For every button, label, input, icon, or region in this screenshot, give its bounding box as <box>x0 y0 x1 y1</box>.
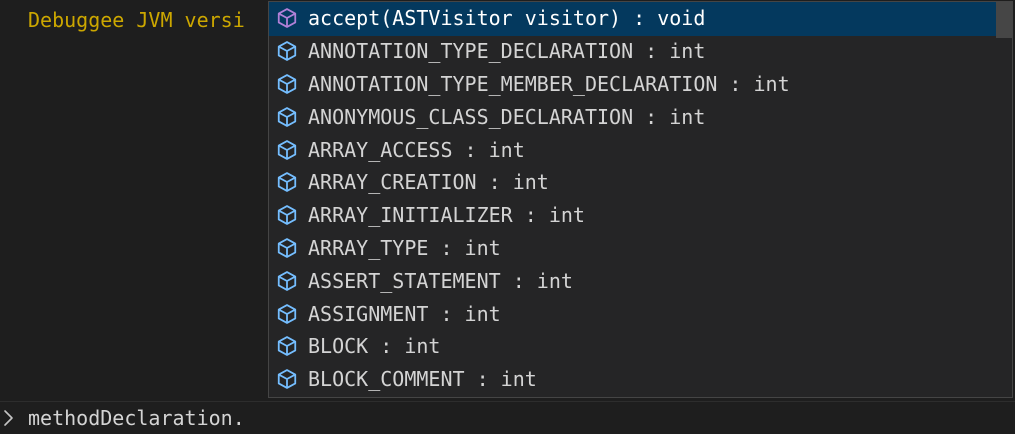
suggest-item[interactable]: BLOCK_COMMENT : int <box>269 363 995 396</box>
field-cube-icon <box>274 71 300 97</box>
suggest-item-label: accept(ASTVisitor visitor) : void <box>308 6 706 31</box>
field-cube-icon <box>274 235 300 261</box>
field-cube-icon <box>274 38 300 64</box>
field-cube-icon <box>274 202 300 228</box>
field-cube-icon <box>274 137 300 163</box>
method-cube-icon <box>274 5 300 31</box>
suggest-item-label: ARRAY_CREATION : int <box>308 170 549 195</box>
suggest-item[interactable]: ANNOTATION_TYPE_MEMBER_DECLARATION : int <box>269 68 995 101</box>
suggest-scroll-thumb[interactable] <box>996 2 1012 38</box>
field-cube-icon <box>274 301 300 327</box>
field-cube-icon <box>274 104 300 130</box>
suggest-item[interactable]: BLOCK : int <box>269 330 995 363</box>
suggest-item[interactable]: ASSERT_STATEMENT : int <box>269 264 995 297</box>
suggest-item[interactable]: accept(ASTVisitor visitor) : void <box>269 2 996 36</box>
repl-input-field[interactable]: methodDeclaration. <box>28 404 245 432</box>
suggest-item-label: ANNOTATION_TYPE_MEMBER_DECLARATION : int <box>308 71 790 96</box>
suggest-list: accept(ASTVisitor visitor) : void ANNOTA… <box>269 2 996 396</box>
suggest-item-label: ASSIGNMENT : int <box>308 301 501 326</box>
suggest-item[interactable]: ARRAY_CREATION : int <box>269 166 995 199</box>
suggest-item[interactable]: ANONYMOUS_CLASS_DECLARATION : int <box>269 100 995 133</box>
suggest-item-label: ANONYMOUS_CLASS_DECLARATION : int <box>308 104 706 129</box>
suggest-item-label: ARRAY_ACCESS : int <box>308 137 525 162</box>
console-output-line: Debuggee JVM versi <box>28 8 245 32</box>
field-cube-icon <box>274 268 300 294</box>
suggest-item-label: ARRAY_INITIALIZER : int <box>308 203 585 228</box>
suggest-item-label: BLOCK : int <box>308 334 441 359</box>
chevron-right-icon <box>2 407 20 429</box>
suggest-item-label: BLOCK_COMMENT : int <box>308 367 537 392</box>
repl-input-bar[interactable]: methodDeclaration. <box>0 401 1015 434</box>
field-cube-icon <box>274 366 300 392</box>
field-cube-icon <box>274 169 300 195</box>
suggest-item-label: ASSERT_STATEMENT : int <box>308 268 573 293</box>
suggest-item-label: ANNOTATION_TYPE_DECLARATION : int <box>308 39 706 64</box>
suggest-item[interactable]: ARRAY_ACCESS : int <box>269 133 995 166</box>
suggest-item[interactable]: ARRAY_TYPE : int <box>269 232 995 265</box>
field-cube-icon <box>274 333 300 359</box>
suggest-scrollbar[interactable] <box>996 2 1012 397</box>
suggest-widget: accept(ASTVisitor visitor) : void ANNOTA… <box>268 1 1013 398</box>
suggest-item[interactable]: ASSIGNMENT : int <box>269 297 995 330</box>
suggest-item[interactable]: ARRAY_INITIALIZER : int <box>269 199 995 232</box>
suggest-item-label: ARRAY_TYPE : int <box>308 235 501 260</box>
suggest-item[interactable]: ANNOTATION_TYPE_DECLARATION : int <box>269 35 995 68</box>
debug-console: Debuggee JVM versi accept(ASTVisitor vis… <box>0 0 1015 434</box>
